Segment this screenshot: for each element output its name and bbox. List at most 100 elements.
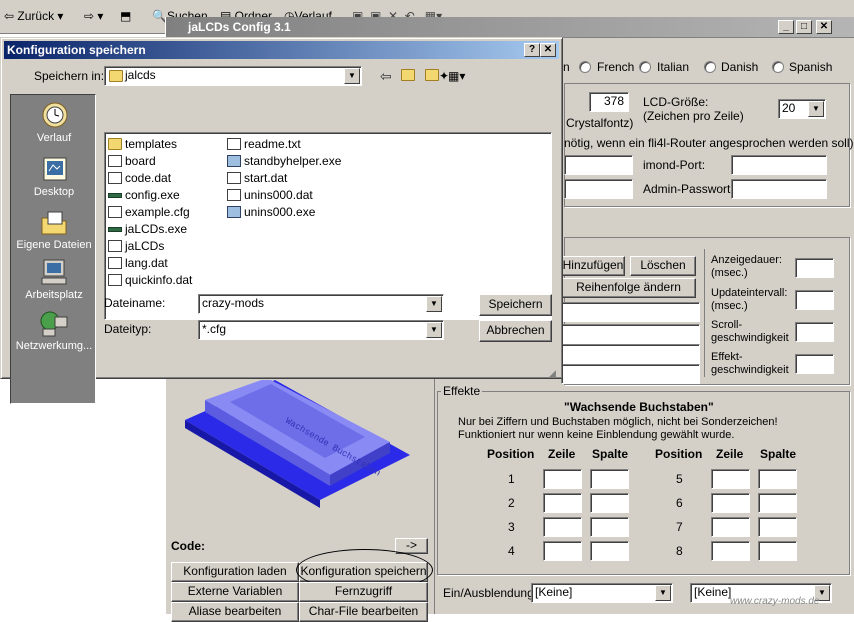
file-list[interactable]: templates board code.dat config.exe example.… bbox=[104, 132, 552, 320]
pos2-row[interactable] bbox=[543, 493, 582, 513]
charfile-button[interactable]: Char-File bearbeiten bbox=[299, 602, 428, 622]
file-item[interactable]: unins000.dat bbox=[227, 187, 313, 203]
document-icon bbox=[108, 172, 122, 184]
reorder-button[interactable]: Reihenfolge ändern bbox=[561, 278, 696, 298]
place-my-computer[interactable]: Arbeitsplatz bbox=[11, 258, 97, 301]
file-item[interactable]: example.cfg bbox=[108, 204, 190, 220]
remote-button[interactable]: Fernzugriff bbox=[299, 582, 428, 602]
maximize-button[interactable]: □ bbox=[796, 20, 812, 34]
file-item[interactable]: templates bbox=[108, 136, 177, 152]
file-item[interactable]: quickinfo.dat bbox=[108, 272, 192, 288]
load-config-button[interactable]: Konfiguration laden bbox=[171, 562, 299, 582]
delete-button[interactable]: Löschen bbox=[630, 256, 696, 276]
forward-button[interactable]: ⇨ ▾ bbox=[84, 6, 103, 26]
line-field-3[interactable] bbox=[561, 344, 700, 364]
place-my-documents[interactable]: Eigene Dateien bbox=[11, 208, 97, 251]
vertical-divider bbox=[704, 249, 705, 377]
pos-label: 3 bbox=[508, 520, 515, 534]
filetype-select[interactable]: *.cfg ▼ bbox=[198, 320, 444, 340]
file-item[interactable]: jaLCDs.exe bbox=[108, 221, 187, 237]
chevron-down-icon[interactable]: ▼ bbox=[426, 322, 442, 338]
pos7-row[interactable] bbox=[711, 517, 750, 537]
chevron-down-icon[interactable]: ▼ bbox=[426, 296, 442, 312]
place-network[interactable]: Netzwerkumg... bbox=[11, 309, 97, 352]
file-item[interactable]: board bbox=[108, 153, 156, 169]
folder-icon bbox=[109, 70, 123, 82]
resize-grip-icon[interactable]: ◢ bbox=[549, 368, 559, 378]
lcd-size-select[interactable]: 20 ▼ bbox=[778, 99, 826, 119]
place-history[interactable]: Verlauf bbox=[11, 101, 97, 144]
pos5-col[interactable] bbox=[758, 469, 797, 489]
update-interval-field[interactable] bbox=[795, 290, 834, 310]
file-item[interactable]: readme.txt bbox=[227, 136, 301, 152]
new-folder-glyph bbox=[425, 69, 439, 81]
chevron-down-icon[interactable]: ▼ bbox=[655, 585, 671, 601]
admin-pw-field[interactable] bbox=[731, 179, 827, 199]
code-label: Code: bbox=[171, 539, 205, 553]
pos3-col[interactable] bbox=[590, 517, 629, 537]
user-field[interactable] bbox=[564, 179, 633, 199]
document-icon bbox=[108, 206, 122, 218]
scroll-speed-field[interactable] bbox=[795, 322, 834, 342]
file-item[interactable]: code.dat bbox=[108, 170, 171, 186]
line-field-4[interactable] bbox=[561, 364, 700, 384]
pos-label: 1 bbox=[508, 472, 515, 486]
host-field[interactable] bbox=[564, 155, 633, 175]
up-folder-icon[interactable]: ⬒ bbox=[120, 6, 131, 26]
display-duration-field[interactable] bbox=[795, 258, 834, 278]
up-folder-icon[interactable] bbox=[401, 66, 415, 86]
filetype-label: Dateityp: bbox=[104, 322, 152, 336]
help-button[interactable]: ? bbox=[524, 43, 540, 57]
pos6-col[interactable] bbox=[758, 493, 797, 513]
crystal-field[interactable]: 378 bbox=[589, 92, 629, 112]
pos5-row[interactable] bbox=[711, 469, 750, 489]
back-button[interactable]: ⇦ Zurück ▾ bbox=[4, 6, 63, 26]
ext-vars-button[interactable]: Externe Variablen bbox=[171, 582, 299, 602]
new-folder-icon[interactable]: ✦ bbox=[425, 66, 449, 86]
file-item[interactable]: unins000.exe bbox=[227, 204, 315, 220]
fade-select-1[interactable]: [Keine] ▼ bbox=[531, 583, 673, 603]
file-item[interactable]: config.exe bbox=[108, 187, 180, 203]
close-button[interactable]: ✕ bbox=[816, 20, 832, 34]
places-bar: Verlauf Desktop Eigene Dateien Arbeitspl… bbox=[10, 94, 96, 404]
effect-speed-field[interactable] bbox=[795, 354, 834, 374]
pos4-row[interactable] bbox=[543, 541, 582, 561]
pos8-col[interactable] bbox=[758, 541, 797, 561]
add-button[interactable]: Hinzufügen bbox=[561, 256, 625, 276]
file-item[interactable]: jaLCDs bbox=[108, 238, 164, 254]
pos3-row[interactable] bbox=[543, 517, 582, 537]
line-field-2[interactable] bbox=[561, 324, 700, 344]
filename-combo[interactable]: crazy-mods ▼ bbox=[198, 294, 444, 314]
back-arrow-icon[interactable]: ⇦ bbox=[380, 66, 392, 86]
line-field-1[interactable] bbox=[561, 302, 700, 322]
minimize-button[interactable]: _ bbox=[778, 20, 794, 34]
radio-danish[interactable] bbox=[704, 61, 716, 73]
place-desktop[interactable]: Desktop bbox=[11, 155, 97, 198]
pos7-col[interactable] bbox=[758, 517, 797, 537]
radio-spanish[interactable] bbox=[772, 61, 784, 73]
save-in-select[interactable]: jalcds ▼ bbox=[104, 66, 362, 86]
radio-french[interactable] bbox=[579, 61, 591, 73]
view-menu-icon[interactable]: ▦▾ bbox=[448, 66, 465, 86]
dialog-cancel-button[interactable]: Abbrechen bbox=[479, 320, 552, 342]
file-item[interactable]: lang.dat bbox=[108, 255, 168, 271]
pos6-row[interactable] bbox=[711, 493, 750, 513]
pos2-col[interactable] bbox=[590, 493, 629, 513]
chevron-down-icon[interactable]: ▼ bbox=[344, 68, 360, 84]
file-item[interactable]: standbyhelper.exe bbox=[227, 153, 341, 169]
dialog-save-button[interactable]: Speichern bbox=[479, 294, 552, 316]
document-icon bbox=[108, 155, 122, 167]
pos8-row[interactable] bbox=[711, 541, 750, 561]
imond-port-field[interactable] bbox=[731, 155, 827, 175]
file-item[interactable]: start.dat bbox=[227, 170, 287, 186]
radio-italian[interactable] bbox=[639, 61, 651, 73]
chevron-down-icon[interactable]: ▼ bbox=[808, 101, 824, 117]
setup-icon bbox=[227, 155, 241, 167]
pos4-col[interactable] bbox=[590, 541, 629, 561]
pos1-col[interactable] bbox=[590, 469, 629, 489]
pos1-row[interactable] bbox=[543, 469, 582, 489]
aliases-button[interactable]: Aliase bearbeiten bbox=[171, 602, 299, 622]
dialog-close-button[interactable]: ✕ bbox=[540, 43, 556, 57]
exe-icon bbox=[108, 193, 122, 198]
pos-label: 6 bbox=[676, 496, 683, 510]
